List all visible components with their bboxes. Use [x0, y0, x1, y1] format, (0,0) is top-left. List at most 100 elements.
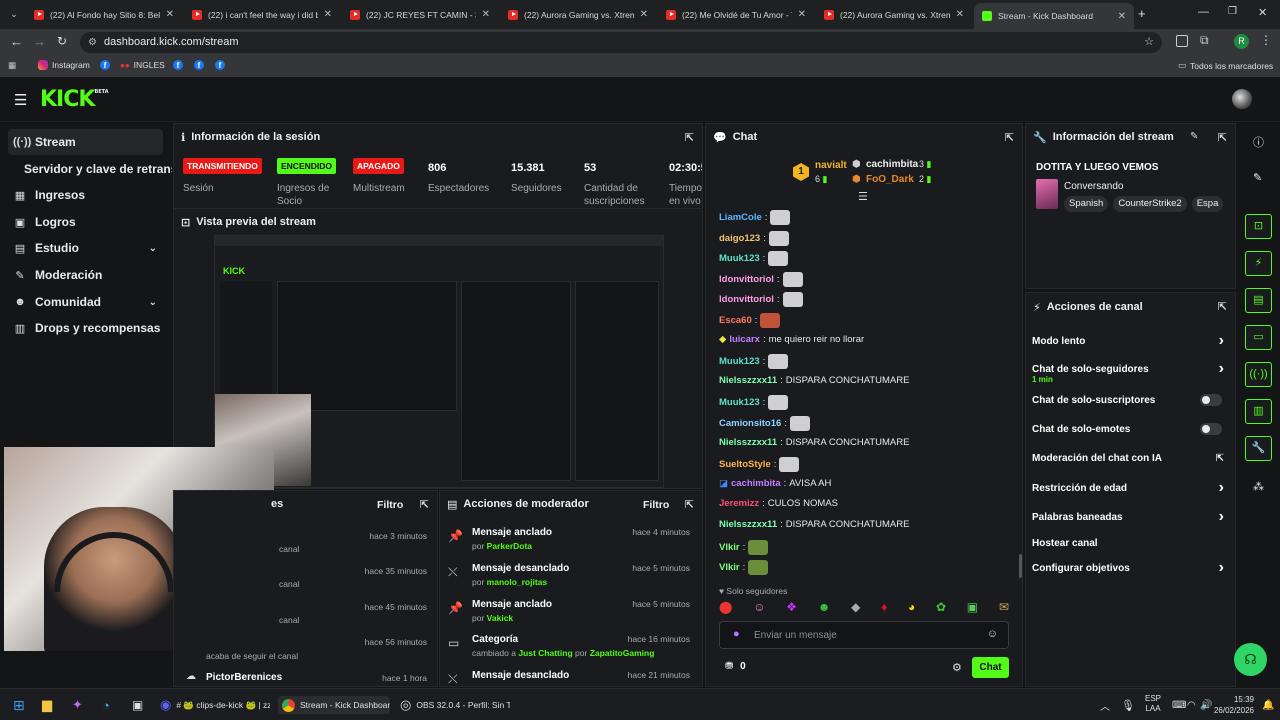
- channel-points[interactable]: ⛃ 0: [725, 661, 746, 672]
- emote-icon[interactable]: ▣: [967, 600, 978, 618]
- popout-icon[interactable]: ⇱: [1218, 300, 1227, 313]
- chat-message[interactable]: ◪ cachimbita: AVISA AH: [719, 478, 831, 489]
- chat-message[interactable]: ldonvittoriol:: [719, 292, 803, 308]
- chat-username[interactable]: Muuk123: [719, 356, 760, 367]
- address-bar[interactable]: ⚙ dashboard.kick.com/stream ☆: [80, 32, 1162, 53]
- browser-tab[interactable]: (22) Al Fondo hay Sitio 8: Belén ✕: [26, 4, 182, 25]
- chat-message[interactable]: daigo123:: [719, 230, 789, 246]
- popout-icon[interactable]: ⇱: [1218, 131, 1227, 144]
- sidebar-item-stream[interactable]: ((·)) Stream: [8, 129, 163, 155]
- back-icon[interactable]: ←: [10, 34, 23, 49]
- mod-action-row[interactable]: 📌 Mensaje anclado por Vakick hace 5 minutos: [440, 595, 698, 631]
- chat-username[interactable]: Muuk123: [719, 397, 760, 408]
- taskbar-obs[interactable]: ◎ OBS 32.0.4 - Perfil: Sin T: [400, 696, 510, 714]
- tray-chevron-icon[interactable]: ︿: [1100, 696, 1110, 714]
- clock[interactable]: 15:39 26/02/2026: [1210, 694, 1254, 715]
- channel-action-item[interactable]: Chat de solo-suscriptores: [1032, 389, 1230, 411]
- sidebar-item-drops[interactable]: ▥ Drops y recompensas: [8, 315, 163, 341]
- leader-name[interactable]: cachimbita: [866, 159, 918, 170]
- profile-avatar[interactable]: R: [1234, 34, 1249, 49]
- toggle-switch[interactable]: [1200, 394, 1222, 406]
- chat-username[interactable]: Nielsszzxx11: [719, 437, 777, 448]
- close-tab-icon[interactable]: ✕: [640, 9, 648, 20]
- chat-button[interactable]: ▭: [1245, 325, 1272, 350]
- chat-username[interactable]: Vlkir: [719, 542, 740, 553]
- clip-button[interactable]: ⊡: [1245, 214, 1272, 239]
- bookmark-facebook[interactable]: f: [215, 60, 225, 70]
- tag[interactable]: Espa: [1191, 196, 1224, 212]
- close-window-button[interactable]: ✕: [1258, 6, 1267, 19]
- chat-message[interactable]: SueltoStyle:: [719, 457, 800, 473]
- edge-icon[interactable]: ◔: [102, 696, 110, 714]
- chat-message[interactable]: Nielsszzxx11: DISPARA CONCHATUMARE: [719, 437, 909, 448]
- bookmark-ingles[interactable]: ●● INGLES: [120, 60, 165, 70]
- chat-username[interactable]: daigo123: [719, 233, 760, 244]
- browser-tab-active[interactable]: Stream - Kick Dashboard ✕: [974, 3, 1134, 29]
- leader-name[interactable]: FoO_Dark: [866, 174, 914, 185]
- channel-action-item[interactable]: Palabras baneadas ›: [1032, 506, 1230, 528]
- channel-action-item[interactable]: Modo lento ›: [1032, 330, 1230, 352]
- bookmark-facebook[interactable]: f: [194, 60, 204, 70]
- emote-icon[interactable]: ✉: [999, 600, 1009, 618]
- browser-tab[interactable]: (22) Aurora Gaming vs. Xtreme ✕: [816, 4, 972, 25]
- channel-action-item[interactable]: Configurar objetivos ›: [1032, 557, 1230, 579]
- chat-input[interactable]: ● Enviar un mensaje ☺: [719, 621, 1009, 649]
- expand-leaderboard-icon[interactable]: ☰: [858, 190, 868, 203]
- channel-action-item[interactable]: Restricción de edad ›: [1032, 477, 1230, 499]
- taskbar-chrome[interactable]: Stream - Kick Dashboard: [278, 696, 390, 714]
- mic-tray-icon[interactable]: 🎙: [1121, 696, 1135, 714]
- site-info-icon[interactable]: ⚙: [88, 32, 97, 53]
- browser-tab[interactable]: (22) Aurora Gaming vs. Xtreme ✕: [500, 4, 656, 25]
- chat-message[interactable]: Nielsszzxx11: DISPARA CONCHATUMARE: [719, 375, 909, 386]
- bookmark-star-icon[interactable]: ☆: [1144, 32, 1154, 53]
- network-icon[interactable]: ⌨: [1172, 696, 1186, 714]
- emote-icon[interactable]: ◆: [851, 600, 860, 618]
- forward-icon[interactable]: →: [33, 34, 46, 49]
- chat-username[interactable]: LiamCole: [719, 212, 762, 223]
- popout-icon[interactable]: ⇱: [1005, 131, 1014, 144]
- close-tab-icon[interactable]: ✕: [1118, 11, 1126, 22]
- sidebar-item-comunidad[interactable]: ☻ Comunidad ⌄: [8, 289, 163, 315]
- chat-message[interactable]: LiamCole:: [719, 210, 791, 225]
- start-button[interactable]: ⊞: [13, 696, 25, 714]
- browser-tab[interactable]: (22) i can't feel the way i did be ✕: [184, 4, 340, 25]
- layout-button[interactable]: ▥: [1245, 399, 1272, 424]
- chat-username[interactable]: Camionsito16: [719, 418, 781, 429]
- info-icon[interactable]: ⓘ: [1253, 134, 1264, 150]
- emote-icon[interactable]: ◕: [908, 600, 915, 618]
- wrench-button[interactable]: 🔧: [1245, 436, 1272, 461]
- file-explorer-icon[interactable]: ▆: [42, 696, 52, 714]
- chat-username[interactable]: Nielsszzxx11: [719, 375, 777, 386]
- support-button[interactable]: ☊: [1234, 643, 1267, 676]
- emote-icon[interactable]: ✿: [936, 600, 946, 618]
- chat-username[interactable]: Muuk123: [719, 253, 760, 264]
- menu-icon[interactable]: ⋮: [1260, 33, 1272, 47]
- broadcast-button[interactable]: ((·)): [1245, 362, 1272, 387]
- edit-icon[interactable]: ✎: [1190, 131, 1198, 142]
- popout-icon[interactable]: ⇱: [420, 498, 429, 511]
- mod-action-row[interactable]: ⤬ Mensaje desanclado por manolo_rojitas hac…: [440, 559, 698, 595]
- channel-action-item[interactable]: Chat de solo-emotes: [1032, 418, 1230, 440]
- chat-username[interactable]: Nielsszzxx11: [719, 519, 777, 530]
- mod-action-row[interactable]: ⤬ Mensaje desanclado hace 21 minutos: [440, 666, 698, 686]
- chat-message[interactable]: Jeremizz: CULOS NOMAS: [719, 498, 838, 509]
- mic-icon[interactable]: ●: [733, 628, 740, 640]
- chat-message[interactable]: ldonvittoriol:: [719, 271, 803, 287]
- close-tab-icon[interactable]: ✕: [798, 9, 806, 20]
- apps-icon[interactable]: ▦: [8, 60, 16, 71]
- sidebar-item-ingresos[interactable]: ▦ Ingresos: [8, 182, 163, 208]
- wifi-icon[interactable]: ◠: [1187, 696, 1196, 714]
- chat-username[interactable]: luicarx: [729, 334, 760, 345]
- reload-icon[interactable]: ↻: [57, 34, 67, 48]
- emote-icon[interactable]: ❖: [786, 600, 797, 618]
- kick-logo[interactable]: KICKBETA: [40, 87, 109, 112]
- taskbar-discord[interactable]: ◉ # 🐸 clips-de-kick 🐸 | zz: [160, 696, 270, 714]
- leader-name[interactable]: navialt: [815, 160, 847, 171]
- chat-username[interactable]: Vlkir: [719, 562, 740, 573]
- chat-message[interactable]: Vlkir:: [719, 539, 769, 555]
- chat-username[interactable]: SueltoStyle: [719, 459, 771, 470]
- chat-message[interactable]: Vlkir:: [719, 560, 769, 576]
- channel-action-item[interactable]: Chat de solo-seguidores 1 min ›: [1032, 358, 1230, 384]
- new-tab-button[interactable]: +: [1138, 6, 1146, 21]
- tag[interactable]: CounterStrike2: [1113, 196, 1187, 212]
